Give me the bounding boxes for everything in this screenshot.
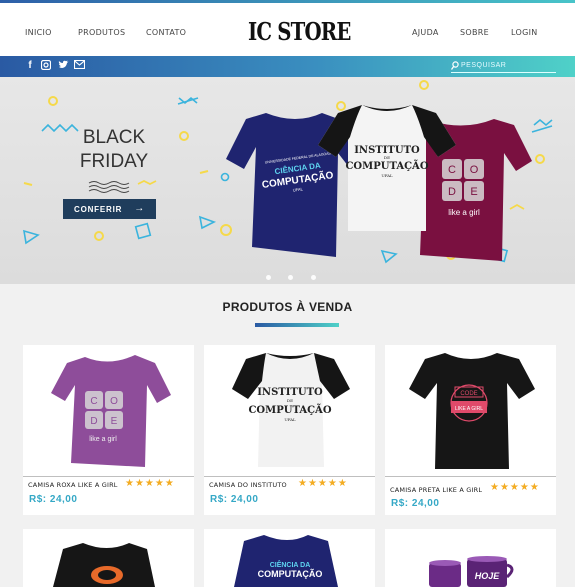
product-card-row2-3[interactable]: HOJE xyxy=(385,529,556,587)
nav-link-inicio[interactable]: INICIO xyxy=(25,28,52,37)
wavy-lines-ornament xyxy=(88,181,130,193)
purple-caption: like a girl xyxy=(89,436,117,443)
purple-letter-c: C xyxy=(90,396,97,407)
carousel-dots xyxy=(266,267,329,284)
product-card-row2-1[interactable] xyxy=(23,529,194,587)
instagram-icon[interactable] xyxy=(40,59,52,72)
nav-link-produtos[interactable]: PRODUTOS xyxy=(78,28,125,37)
product-name[interactable]: CAMISA DO INSTITUTO xyxy=(209,481,287,489)
tshirt-white-image: INSTITUTO DE COMPUTAÇÃO UFAL xyxy=(318,105,456,231)
instituto-de-text: DE xyxy=(287,398,293,403)
section-title-underline xyxy=(255,323,339,327)
black-caption: LIKE A GIRL xyxy=(455,406,483,412)
product-image-mugs[interactable]: HOJE xyxy=(385,529,556,587)
product-card-row2-2[interactable]: CIÊNCIA DA COMPUTAÇÃO xyxy=(204,529,375,587)
hero-banner[interactable]: BLACK FRIDAY CONFERIR → UNIVERSIDADE FED… xyxy=(0,77,575,284)
mail-icon[interactable] xyxy=(73,59,85,72)
social-search-bar: f xyxy=(0,56,575,77)
black-top-text: CODE xyxy=(460,391,477,397)
nav-link-contato[interactable]: CONTATO xyxy=(146,28,186,37)
product-image-black[interactable]: CODE LIKE A GIRL xyxy=(385,345,556,475)
product-image-blue[interactable]: CIÊNCIA DA COMPUTAÇÃO xyxy=(204,529,375,587)
wine-letter-o: O xyxy=(470,164,479,176)
purple-letter-o: O xyxy=(110,396,118,407)
product-price: R$: 24,00 xyxy=(210,494,259,505)
product-image-instituto[interactable]: INSTITUTO DE COMPUTAÇÃO UFAL xyxy=(204,345,375,475)
product-image-black-print[interactable] xyxy=(23,529,194,587)
row2-blue-main: CIÊNCIA DA xyxy=(270,560,311,569)
product-card-purple[interactable]: C O D E like a girl CAMISA ROXA LIKE A G… xyxy=(23,345,194,515)
product-name[interactable]: CAMISA PRETA LIKE A GIRL xyxy=(390,486,482,494)
facebook-icon[interactable]: f xyxy=(24,60,36,72)
product-price: R$: 24,00 xyxy=(391,498,440,509)
product-card-black[interactable]: CODE LIKE A GIRL CAMISA PRETA LIKE A GIR… xyxy=(385,345,556,515)
instituto-main-text: INSTITUTO xyxy=(257,387,323,398)
black-friday-line1: BLACK xyxy=(82,127,146,148)
search-box xyxy=(451,59,556,73)
nav-link-sobre[interactable]: SOBRE xyxy=(460,28,489,37)
search-input[interactable] xyxy=(461,60,553,71)
product-divider xyxy=(204,476,375,477)
site-logo[interactable]: IC STORE xyxy=(248,17,351,46)
wine-letter-e: E xyxy=(470,186,477,198)
product-rating-stars: ★★★★★ xyxy=(298,478,348,489)
search-icon[interactable] xyxy=(451,61,459,70)
nav-link-ajuda[interactable]: AJUDA xyxy=(412,28,439,37)
product-divider xyxy=(385,476,556,477)
product-image-purple[interactable]: C O D E like a girl xyxy=(23,345,194,475)
arrow-right-icon: → xyxy=(134,203,145,214)
white-de-text: DE xyxy=(384,155,390,160)
black-friday-title: BLACK FRIDAY xyxy=(79,126,149,174)
white-main2-text: COMPUTAÇÃO xyxy=(345,160,428,172)
product-divider xyxy=(23,476,194,477)
conferir-button[interactable]: CONFERIR → xyxy=(63,199,156,219)
mug-text: HOJE xyxy=(475,571,501,581)
black-friday-line2: FRIDAY xyxy=(79,151,149,172)
product-rating-stars: ★★★★★ xyxy=(490,482,540,493)
carousel-dot-3[interactable] xyxy=(310,275,316,280)
product-name[interactable]: CAMISA ROXA LIKE A GIRL xyxy=(28,481,118,489)
purple-letter-d: D xyxy=(90,416,97,427)
section-title: PRODUTOS À VENDA xyxy=(222,300,353,314)
row2-blue-main2: COMPUTAÇÃO xyxy=(258,569,323,579)
carousel-dot-1[interactable] xyxy=(266,275,271,280)
product-card-instituto[interactable]: INSTITUTO DE COMPUTAÇÃO UFAL CAMISA DO I… xyxy=(204,345,375,515)
carousel-dot-2[interactable] xyxy=(288,275,294,280)
product-price: R$: 24,00 xyxy=(29,494,78,505)
purple-letter-e: E xyxy=(111,416,118,427)
top-navigation: INICIO PRODUTOS CONTATO IC STORE AJUDA S… xyxy=(0,3,575,56)
white-sub-text: UFAL xyxy=(381,173,393,178)
twitter-icon[interactable] xyxy=(57,60,69,72)
instituto-sub-text: UFAL xyxy=(284,417,296,422)
nav-link-login[interactable]: LOGIN xyxy=(511,28,538,37)
product-rating-stars: ★★★★★ xyxy=(125,478,175,489)
instituto-main2-text: COMPUTAÇÃO xyxy=(248,404,331,416)
conferir-label: CONFERIR xyxy=(74,204,123,214)
